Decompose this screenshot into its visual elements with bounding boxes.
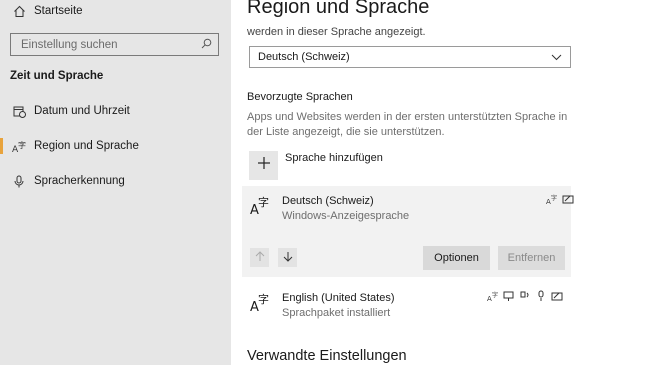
move-up-button[interactable] [250, 248, 269, 267]
chevron-down-icon [551, 48, 562, 66]
add-language-button[interactable] [249, 151, 278, 180]
arrow-up-icon [255, 249, 265, 267]
language-status: Sprachpaket installiert [282, 307, 391, 319]
active-indicator [0, 138, 3, 154]
language-item-selected[interactable]: A字 Deutsch (Schweiz) Windows-Anzeigespra… [242, 186, 574, 277]
sidebar-item-date-time[interactable]: Datum und Uhrzeit [0, 97, 231, 125]
main-content: Region und Sprache werden in dieser Spra… [231, 0, 649, 365]
sidebar-item-speech[interactable]: Spracherkennung [0, 167, 231, 195]
display-language-description: werden in dieser Sprache angezeigt. [247, 26, 426, 38]
search-icon[interactable] [201, 36, 212, 54]
preferred-languages-heading: Bevorzugte Sprachen [247, 91, 353, 103]
svg-text:字: 字 [258, 292, 269, 306]
move-down-button[interactable] [278, 248, 297, 267]
section-title: Zeit und Sprache [10, 70, 104, 82]
sidebar-item-home[interactable]: Startseite [0, 0, 231, 25]
language-name: Deutsch (Schweiz) [282, 195, 374, 207]
options-button[interactable]: Optionen [423, 246, 490, 270]
handwriting-icon [562, 193, 574, 205]
sidebar-item-home-label: Startseite [34, 5, 83, 17]
search-placeholder: Einstellung suchen [21, 38, 118, 51]
speech-icon [503, 290, 515, 302]
language-features: A字 [487, 290, 563, 302]
dropdown-value: Deutsch (Schweiz) [258, 51, 350, 63]
arrow-down-icon [283, 249, 293, 267]
handwriting-icon [551, 290, 563, 302]
microphone-icon [535, 290, 547, 302]
preferred-languages-description: Apps und Websites werden in der ersten u… [247, 111, 568, 138]
remove-button[interactable]: Entfernen [498, 246, 565, 270]
language-status: Windows-Anzeigesprache [282, 210, 410, 222]
svg-text:字: 字 [551, 194, 557, 202]
sidebar-item-region-language[interactable]: A字 Region und Sprache [0, 132, 231, 160]
sidebar-item-label: Spracherkennung [34, 175, 125, 187]
calendar-clock-icon [11, 103, 27, 119]
home-icon [11, 3, 27, 19]
language-icon: A字 [11, 138, 27, 154]
add-language-label[interactable]: Sprache hinzufügen [285, 152, 383, 164]
display-language-dropdown[interactable]: Deutsch (Schweiz) [249, 46, 571, 68]
sidebar-item-label: Region und Sprache [34, 140, 139, 152]
microphone-icon [11, 173, 27, 189]
language-name: English (United States) [282, 292, 395, 304]
language-features: A字 [546, 193, 574, 205]
related-settings-heading: Verwandte Einstellungen [247, 348, 407, 364]
svg-text:字: 字 [492, 291, 498, 299]
sidebar-item-label: Datum und Uhrzeit [34, 105, 130, 117]
language-item[interactable]: A字 English (United States) Sprachpaket i… [242, 283, 571, 323]
sidebar: Startseite Einstellung suchen Zeit und S… [0, 0, 231, 365]
svg-text:字: 字 [18, 140, 26, 150]
plus-icon [257, 156, 271, 175]
display-language-icon: A字 [487, 290, 499, 302]
search-input[interactable]: Einstellung suchen [10, 33, 219, 56]
svg-text:字: 字 [258, 195, 269, 209]
page-title: Region und Sprache [247, 0, 430, 18]
language-icon: A字 [250, 194, 272, 218]
language-row[interactable]: A字 Deutsch (Schweiz) Windows-Anzeigespra… [242, 186, 582, 226]
text-to-speech-icon [519, 290, 531, 302]
display-language-icon: A字 [546, 193, 558, 205]
language-icon: A字 [250, 291, 272, 315]
